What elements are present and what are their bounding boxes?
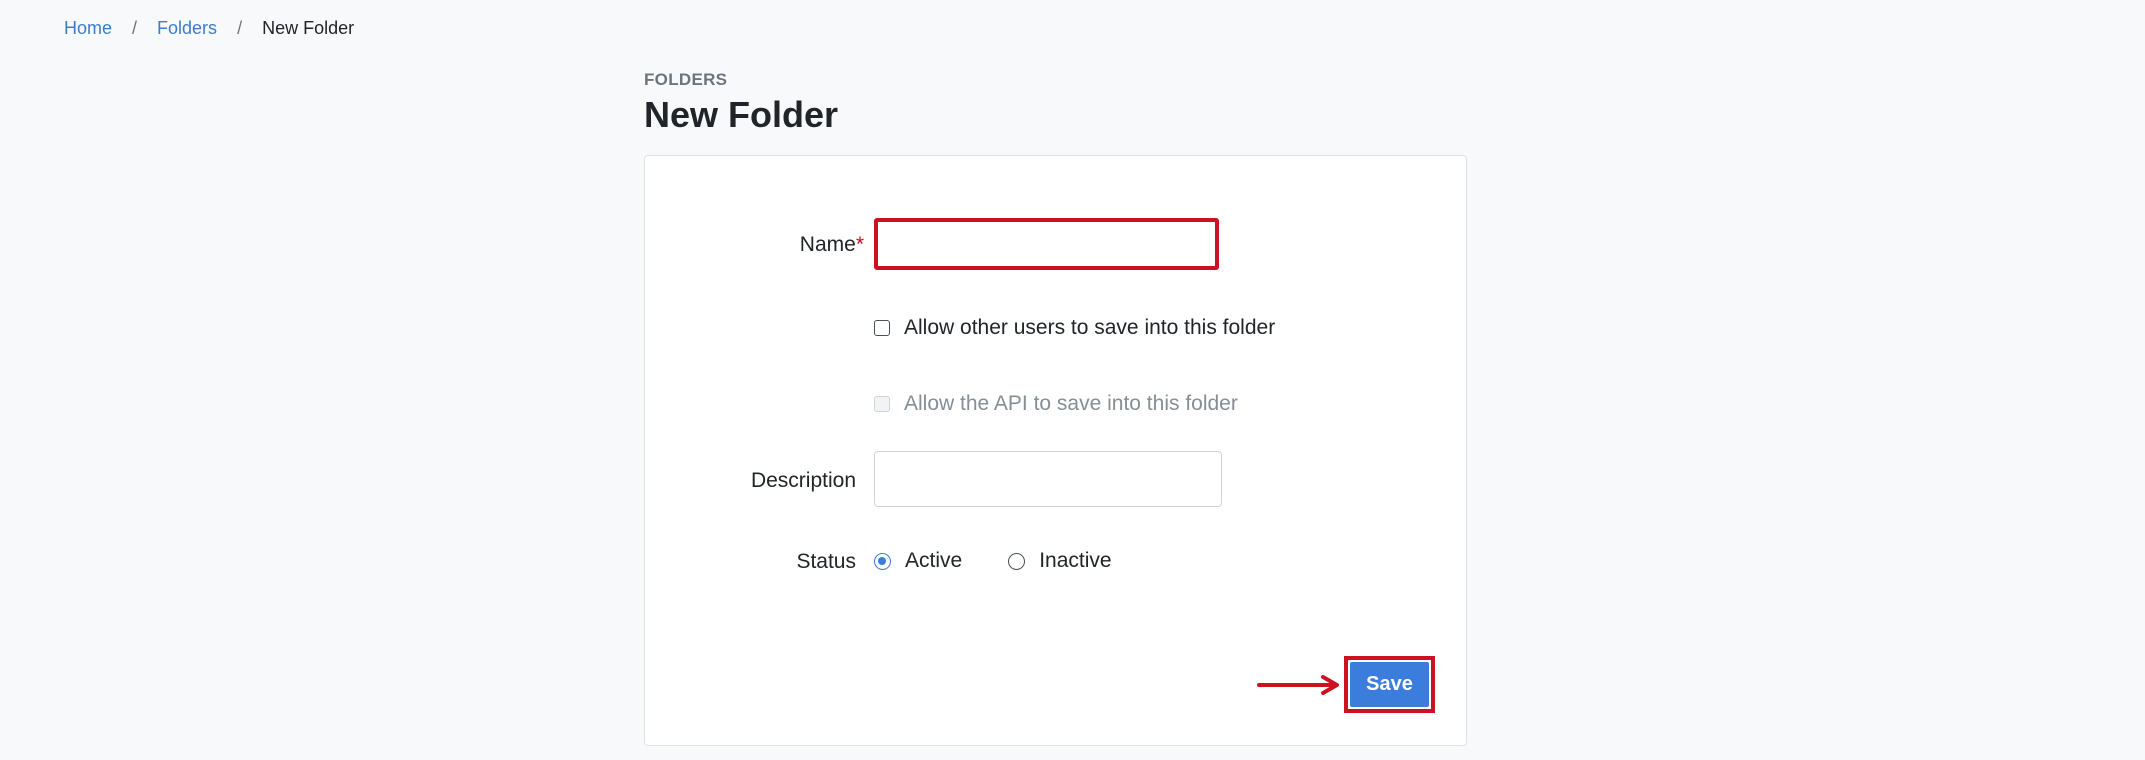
page-title: New Folder [644,94,839,135]
status-radio-group: Active Inactive [874,549,1112,573]
description-label: Description [750,469,856,492]
status-option-active[interactable]: Active [874,549,962,573]
status-inactive-radio[interactable] [1008,552,1026,570]
description-input[interactable] [874,451,1222,507]
status-label: Status [796,550,856,573]
required-marker: * [855,233,864,256]
allow-users-checkbox[interactable] [874,320,890,336]
save-button[interactable]: Save [1350,662,1429,707]
page: Home / Folders / New Folder FOLDERS New … [0,0,2145,760]
breadcrumb-separator: / [132,18,138,38]
allow-api-checkbox [874,396,890,412]
breadcrumb-folders-link[interactable]: Folders [157,16,217,40]
folder-form-card: Name* Allow other users to save into thi… [644,155,1467,746]
breadcrumb-current: New Folder [262,18,355,38]
breadcrumb-separator: / [237,18,243,38]
breadcrumb: Home / Folders / New Folder [64,16,354,40]
save-button-highlight: Save [1344,656,1435,713]
status-inactive-label[interactable]: Inactive [1039,549,1111,573]
allow-users-label[interactable]: Allow other users to save into this fold… [904,316,1275,340]
breadcrumb-home-link[interactable]: Home [64,16,112,40]
arrow-right-icon [1257,675,1339,695]
allow-api-label: Allow the API to save into this folder [904,392,1238,415]
status-option-inactive[interactable]: Inactive [1008,549,1112,573]
status-active-radio[interactable] [874,552,891,570]
name-input[interactable] [874,218,1219,270]
allow-users-option[interactable]: Allow other users to save into this fold… [874,316,1275,340]
status-active-label[interactable]: Active [905,549,962,573]
allow-api-option: Allow the API to save into this folder [874,392,1238,416]
page-eyebrow: FOLDERS [644,70,728,89]
name-label: Name* [645,233,864,257]
name-label-text: Name [799,233,856,256]
